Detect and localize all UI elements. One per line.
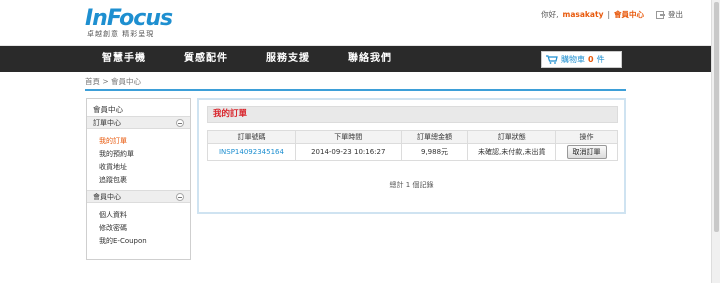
cart-count: 0: [588, 55, 594, 64]
sidebar-item-profile[interactable]: 個人資料: [87, 209, 190, 222]
collapse-icon[interactable]: [176, 119, 184, 127]
sidebar-item-addresses[interactable]: 收貨地址: [87, 161, 190, 174]
sidebar-item-reservations[interactable]: 我的預約單: [87, 148, 190, 161]
sidebar-section-label: 會員中心: [93, 193, 121, 201]
page-title: 我的訂單: [213, 109, 248, 119]
username: masakaty: [562, 10, 604, 19]
member-center-link[interactable]: 會員中心: [614, 9, 644, 20]
cart-unit: 件: [596, 55, 605, 64]
user-bar: 你好, masakaty | 會員中心 登出: [541, 9, 683, 20]
cart-label: 購物車: [561, 55, 585, 64]
table-header-row: 訂單號碼 下單時間 訂單總金額 訂單狀態 操作: [207, 130, 618, 144]
logo-wordmark: InFocus: [85, 6, 173, 31]
record-count: 總計 1 個記錄: [389, 181, 434, 189]
sidebar-item-change-password[interactable]: 修改密碼: [87, 222, 190, 235]
orders-header: 我的訂單: [207, 106, 618, 123]
divider: [85, 89, 626, 91]
cart-button[interactable]: 購物車 0 件: [541, 51, 622, 68]
column-header: 訂單號碼: [207, 130, 296, 144]
scrollbar-thumb[interactable]: [714, 2, 719, 232]
shopping-cart-icon: [546, 55, 558, 64]
logo[interactable]: InFocus 卓越創意 精彩呈現: [85, 6, 173, 39]
sidebar-item-track-package[interactable]: 追蹤包裹: [87, 174, 190, 187]
breadcrumb[interactable]: 首頁 > 會員中心: [85, 76, 141, 87]
order-status: 未確認,未付款,未出貨: [467, 143, 557, 161]
column-header: 操作: [555, 130, 618, 144]
sidebar-item-ecoupon[interactable]: 我的E-Coupon: [87, 235, 190, 248]
sidebar-section-orders[interactable]: 訂單中心: [87, 116, 190, 129]
column-header: 訂單總金額: [400, 130, 469, 144]
order-amount: 9,988元: [400, 143, 469, 161]
sidebar-section-label: 訂單中心: [93, 119, 121, 127]
logout-link[interactable]: 登出: [668, 9, 683, 20]
nav-item-accessories[interactable]: 質感配件: [184, 46, 228, 72]
orders-table: 訂單號碼 下單時間 訂單總金額 訂單狀態 操作 INSP14092345164 …: [207, 130, 618, 161]
nav-item-phones[interactable]: 智慧手機: [102, 46, 146, 72]
member-sidebar: 會員中心 訂單中心 我的訂單 我的預約單 收貨地址 追蹤包裹 會員中心 個人資料…: [86, 98, 191, 260]
nav-item-contact[interactable]: 聯絡我們: [348, 46, 392, 72]
nav-item-support[interactable]: 服務支援: [266, 46, 310, 72]
logout-icon[interactable]: [656, 10, 665, 19]
scrollbar[interactable]: [711, 0, 720, 283]
collapse-icon[interactable]: [176, 193, 184, 201]
column-header: 訂單狀態: [467, 130, 557, 144]
greeting-text: 你好,: [541, 10, 559, 19]
sidebar-item-my-orders[interactable]: 我的訂單: [87, 135, 190, 148]
top-header: InFocus 卓越創意 精彩呈現 你好, masakaty | 會員中心 登出: [0, 0, 711, 46]
sidebar-title: 會員中心: [93, 105, 123, 114]
column-header: 下單時間: [294, 130, 402, 144]
table-row: INSP14092345164 2014-09-23 10:16:27 9,98…: [207, 143, 618, 161]
orders-panel: 我的訂單 訂單號碼 下單時間 訂單總金額 訂單狀態 操作 INSP1409234…: [197, 98, 626, 214]
sidebar-section-member[interactable]: 會員中心: [87, 190, 190, 203]
order-time: 2014-09-23 10:16:27: [294, 143, 402, 161]
cancel-order-button[interactable]: 取消訂單: [566, 145, 607, 159]
order-number-link[interactable]: INSP14092345164: [219, 148, 284, 156]
